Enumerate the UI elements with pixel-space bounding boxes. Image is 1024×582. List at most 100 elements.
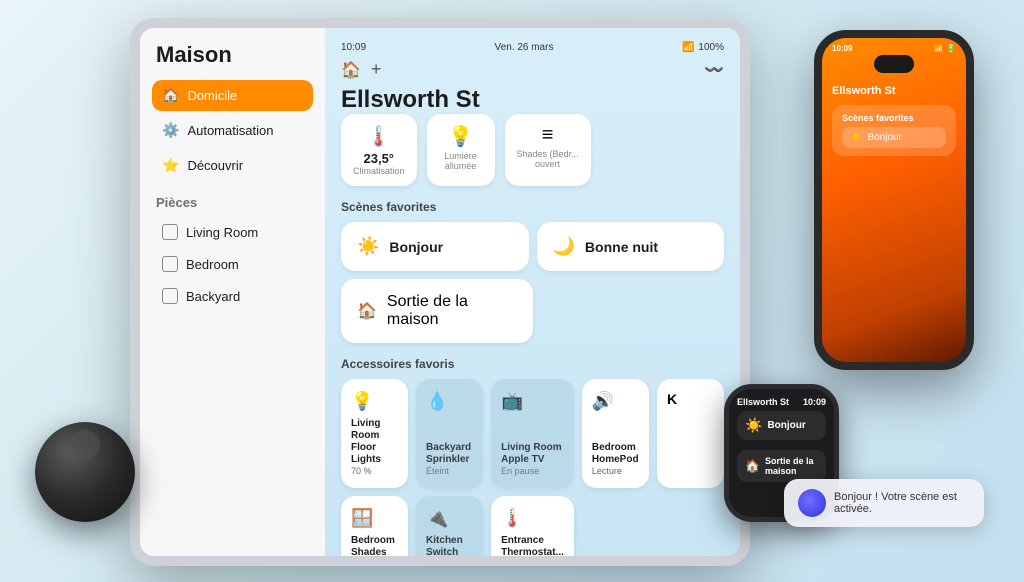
moon-icon: 🌙: [553, 236, 575, 257]
scene-sortie[interactable]: 🏠 Sortie de la maison: [341, 279, 533, 343]
tv-icon: 📺: [501, 391, 564, 412]
light-icon: 💡: [439, 124, 483, 149]
phone-screen: 10:09 📶 🔋 Ellsworth St Scènes favorites …: [822, 38, 966, 362]
watch-time: 10:09: [803, 397, 826, 407]
sidebar-item-automatisation[interactable]: ⚙️ Automatisation: [152, 115, 313, 146]
watch-sun-icon: ☀️: [745, 417, 762, 434]
scenes-grid: ☀️ Bonjour 🌙 Bonne nuit: [341, 222, 724, 271]
battery-level: 100%: [698, 42, 724, 53]
tablet-statusbar: 10:09 Ven. 26 mars 📶 100%: [341, 42, 724, 53]
house-leave-icon: 🏠: [357, 301, 377, 321]
accessories-section-title: Accessoires favoris: [341, 357, 724, 371]
phone-statusbar: 10:09 📶 🔋: [822, 38, 966, 55]
wifi-icon: 📶: [682, 42, 694, 53]
light-label: Lumièreallumée: [439, 151, 483, 171]
sun-icon: ☀️: [357, 236, 379, 257]
sidebar-item-domicile[interactable]: 🏠 Domicile: [152, 80, 313, 111]
tablet-date: Ven. 26 mars: [495, 42, 554, 53]
status-tile-light[interactable]: 💡 Lumièreallumée: [427, 114, 495, 186]
room-label-living: Living Room: [186, 225, 258, 240]
main-content: 10:09 Ven. 26 mars 📶 100% 🏠 + 〰️ Ellswor…: [325, 28, 740, 556]
climate-label: Climatisation: [353, 166, 405, 176]
accessory-shades[interactable]: 🪟 BedroomShades Ouvert: [341, 496, 408, 556]
watch-header: Ellsworth St 10:09: [737, 397, 826, 407]
phone-time: 10:09: [832, 44, 852, 53]
accessories-grid: 💡 Living RoomFloor Lights 70 % 💧 Backyar…: [341, 379, 724, 556]
sidebar-item-label-auto: Automatisation: [187, 123, 273, 138]
shades-acc-name: BedroomShades: [351, 535, 398, 556]
speaker-icon: 🔊: [592, 391, 639, 412]
sidebar: Maison 🏠 Domicile ⚙️ Automatisation ⭐ Dé…: [140, 28, 325, 556]
shades-icon: ≡: [517, 124, 579, 147]
room-living-room[interactable]: Living Room: [152, 218, 313, 246]
scene-bonjour[interactable]: ☀️ Bonjour: [341, 222, 529, 271]
siri-waves-icon[interactable]: 〰️: [704, 60, 724, 80]
accessory-thermostat[interactable]: 🌡️ EntranceThermostat... Clim. : 22,0°: [491, 496, 574, 556]
accessory-sprinkler[interactable]: 💧 BackyardSprinkler Éteint: [416, 379, 483, 488]
sidebar-title: Maison: [152, 42, 313, 68]
homepod-acc-status: Lecture: [592, 466, 639, 476]
room-bedroom[interactable]: Bedroom: [152, 250, 313, 278]
accessory-floor-lights[interactable]: 💡 Living RoomFloor Lights 70 %: [341, 379, 408, 488]
appletv-name: Living RoomApple TV: [501, 442, 564, 466]
thermostat-icon: 🌡️: [501, 508, 564, 529]
watch-scene-sortie[interactable]: 🏠 Sortie de la maison: [737, 450, 826, 482]
sidebar-item-label-domicile: Domicile: [187, 88, 237, 103]
phone-content: Ellsworth St Scènes favorites ☀️Bonjour: [822, 81, 966, 362]
sidebar-item-decouvrir[interactable]: ⭐ Découvrir: [152, 150, 313, 181]
watch-scene-bonjour[interactable]: ☀️ Bonjour: [737, 411, 826, 440]
phone-status-icons: 📶 🔋: [934, 44, 956, 53]
scene-bonne-nuit[interactable]: 🌙 Bonne nuit: [537, 222, 725, 271]
home-icon: 🏠: [162, 87, 179, 104]
star-icon: ⭐: [162, 157, 179, 174]
phone-home-title: Ellsworth St: [832, 85, 956, 97]
watch-bonjour-label: Bonjour: [767, 420, 805, 431]
status-tile-climate[interactable]: 🌡️ 23,5° Climatisation: [341, 114, 417, 186]
accessory-appletv[interactable]: 📺 Living RoomApple TV En pause: [491, 379, 574, 488]
appletv-status: En pause: [501, 466, 564, 476]
room-icon-backyard: [162, 288, 178, 304]
accessory-homepod[interactable]: 🔊 BedroomHomePod Lecture: [582, 379, 649, 488]
accessory-kitchen-switch[interactable]: 🔌 KitchenSwitch Éteint: [416, 496, 483, 556]
status-tile-shades[interactable]: ≡ Shades (Bedr...ouvert: [505, 114, 591, 186]
watch-sortie-label: Sortie de la maison: [765, 456, 818, 476]
automation-icon: ⚙️: [162, 122, 179, 139]
switch-icon: 🔌: [426, 508, 473, 529]
k-icon: K: [667, 391, 714, 407]
siri-text: Bonjour ! Votre scène est activée.: [834, 491, 970, 515]
status-tiles: 🌡️ 23,5° Climatisation 💡 Lumièreallumée …: [341, 114, 724, 186]
scene-sortie-label: Sortie de la maison: [387, 293, 517, 329]
room-label-backyard: Backyard: [186, 289, 240, 304]
shades-acc-icon: 🪟: [351, 508, 398, 529]
watch-house-icon: 🏠: [745, 459, 760, 473]
climate-icon: 🌡️: [353, 124, 405, 149]
scene-bonjour-label: Bonjour: [389, 239, 443, 255]
rooms-section-title: Pièces: [152, 195, 313, 210]
tablet: Maison 🏠 Domicile ⚙️ Automatisation ⭐ Dé…: [130, 18, 750, 566]
shades-label: Shades (Bedr...ouvert: [517, 149, 579, 169]
scenes-section-title: Scènes favorites: [341, 200, 724, 214]
climate-value: 23,5°: [353, 151, 405, 166]
page-title: Ellsworth St: [341, 86, 724, 114]
room-icon-bedroom: [162, 256, 178, 272]
kitchen-switch-name: KitchenSwitch: [426, 535, 473, 556]
watch-title: Ellsworth St: [737, 397, 789, 407]
floor-lights-name: Living RoomFloor Lights: [351, 418, 398, 466]
accessory-k[interactable]: K: [657, 379, 724, 488]
homepod-body: [35, 422, 135, 522]
floor-lights-status: 70 %: [351, 466, 398, 476]
add-icon[interactable]: +: [371, 59, 382, 80]
sprinkler-name: BackyardSprinkler: [426, 442, 473, 466]
homepod-mini: [30, 422, 140, 532]
home-nav-icon[interactable]: 🏠: [341, 60, 361, 80]
scene-bonne-nuit-label: Bonne nuit: [585, 239, 658, 255]
thermostat-name: EntranceThermostat...: [501, 535, 564, 556]
sprinkler-status: Éteint: [426, 466, 473, 476]
header-row: 🏠 + 〰️: [341, 59, 724, 80]
room-backyard[interactable]: Backyard: [152, 282, 313, 310]
bulb-icon: 💡: [351, 391, 398, 412]
siri-notification: Bonjour ! Votre scène est activée.: [784, 479, 984, 527]
sidebar-item-label-discover: Découvrir: [187, 158, 243, 173]
homepod-acc-name: BedroomHomePod: [592, 442, 639, 466]
room-icon: [162, 224, 178, 240]
